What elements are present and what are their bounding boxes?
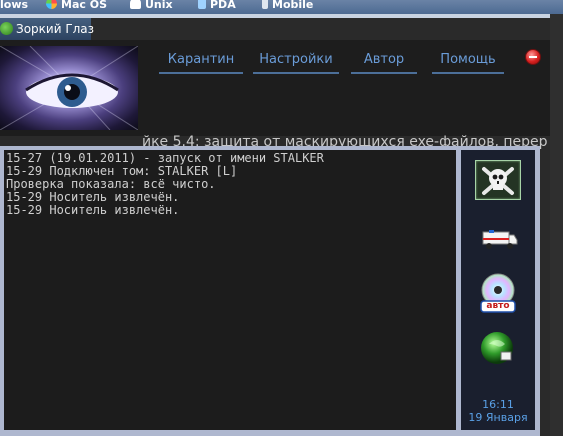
os-tab-label: lows xyxy=(0,0,29,11)
os-tab-mobile[interactable]: Mobile xyxy=(262,0,313,14)
app-header: Карантин Настройки Автор Помощь йке 5.4:… xyxy=(0,40,550,150)
os-tab-bar: lows Mac OS Unix PDA Mobile xyxy=(0,0,563,14)
app-window: Зоркий Глаз Карантин Настройки Автор Пом… xyxy=(0,18,550,436)
tux-icon xyxy=(130,0,141,9)
window-title: Зоркий Глаз xyxy=(16,22,95,36)
eye-logo xyxy=(0,46,138,130)
menu-label: Карантин xyxy=(167,52,235,67)
menu-help[interactable]: Помощь xyxy=(432,52,504,74)
os-tab-windows[interactable]: lows xyxy=(0,0,28,14)
auto-badge-label: авто xyxy=(486,301,510,311)
window-title-bar: Зоркий Глаз xyxy=(0,18,95,40)
log-line: 15-29 Носитель извлечён. xyxy=(6,203,180,217)
skull-icon[interactable] xyxy=(475,160,521,200)
os-tab-unix[interactable]: Unix xyxy=(130,0,173,14)
ambulance-icon[interactable] xyxy=(475,216,521,262)
pda-icon xyxy=(198,0,206,9)
menu-settings[interactable]: Настройки xyxy=(253,52,339,74)
event-log: 15-27 (19.01.2011) - запуск от имени STA… xyxy=(4,150,456,430)
menu-quarantine[interactable]: Карантин xyxy=(159,52,243,74)
close-icon[interactable] xyxy=(525,49,541,65)
app-icon xyxy=(0,22,13,35)
os-tab-label: Mac OS xyxy=(61,0,107,11)
os-tab-label: Mobile xyxy=(272,0,314,11)
clock-time: 16:11 xyxy=(482,398,514,411)
menu-author[interactable]: Автор xyxy=(351,52,417,74)
side-frame xyxy=(550,14,563,436)
menu-label: Настройки xyxy=(259,52,333,67)
main-panel: 15-27 (19.01.2011) - запуск от имени STA… xyxy=(0,146,540,436)
os-tab-macos[interactable]: Mac OS xyxy=(46,0,107,14)
mobile-icon xyxy=(262,0,268,9)
cd-auto-icon[interactable]: авто xyxy=(475,270,521,316)
side-toolbar: авто 16:11 19 Января xyxy=(461,150,535,430)
os-tab-pda[interactable]: PDA xyxy=(198,0,236,14)
apple-icon xyxy=(46,0,57,9)
os-tab-label: Unix xyxy=(145,0,173,11)
menu-label: Автор xyxy=(363,52,405,67)
menu-label: Помощь xyxy=(440,52,496,67)
clock-date: 19 Января xyxy=(468,411,528,424)
green-globe-icon[interactable] xyxy=(475,326,521,372)
os-tab-label: PDA xyxy=(210,0,236,11)
